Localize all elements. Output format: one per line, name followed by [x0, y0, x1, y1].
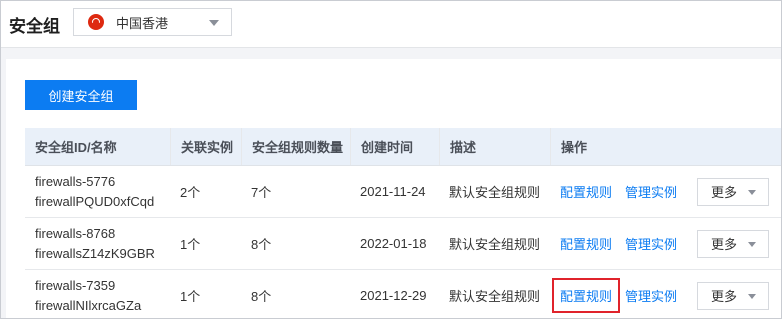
- group-id-name: firewalls-8768 firewallsZ14zK9GBR: [35, 224, 155, 264]
- configure-rules-link[interactable]: 配置规则: [560, 182, 612, 201]
- description: 默认安全组规则: [449, 237, 541, 252]
- region-select[interactable]: 中国香港: [73, 8, 232, 36]
- page-title: 安全组: [9, 17, 60, 36]
- chevron-down-icon: [748, 293, 757, 299]
- table-row: firewalls-7359 firewallNIlxrcaGZa 1个 8个 …: [25, 270, 781, 318]
- rule-count: 7个: [251, 185, 272, 200]
- group-id: firewalls-7359: [35, 277, 116, 293]
- more-label: 更多: [711, 237, 738, 252]
- app-frame: 安全组 中国香港 创建安全组 安全组ID/名称 关联实例 安全组规则数量 创建时…: [0, 0, 782, 319]
- top-bar: 安全组 中国香港: [1, 1, 781, 48]
- more-label: 更多: [711, 185, 738, 200]
- created-time: 2021-12-29: [360, 288, 427, 303]
- configure-rules-link[interactable]: 配置规则: [560, 234, 612, 253]
- group-name: firewallNIlxrcaGZa: [35, 297, 142, 313]
- description: 默认安全组规则: [449, 289, 541, 304]
- create-security-group-button[interactable]: 创建安全组: [25, 80, 137, 110]
- group-name: firewallPQUD0xfCqd: [35, 193, 155, 209]
- configure-rules-link[interactable]: 配置规则: [551, 278, 621, 313]
- group-id: firewalls-8768: [35, 225, 116, 241]
- chevron-down-icon: [209, 20, 219, 26]
- description: 默认安全组规则: [449, 185, 541, 200]
- instance-count: 1个: [180, 237, 201, 252]
- manage-instances-link[interactable]: 管理实例: [625, 286, 677, 305]
- table-row: firewalls-5776 firewallPQUD0xfCqd 2个 7个 …: [25, 166, 781, 218]
- row-actions: 配置规则 管理实例 更多: [550, 166, 781, 217]
- created-time: 2022-01-18: [360, 236, 427, 251]
- more-label: 更多: [711, 289, 738, 304]
- more-dropdown-button[interactable]: 更多: [697, 281, 770, 310]
- more-dropdown-button[interactable]: 更多: [697, 229, 770, 258]
- row-actions: 配置规则 管理实例 更多: [550, 218, 781, 269]
- group-id: firewalls-5776: [35, 173, 116, 189]
- column-header-id-name: 安全组ID/名称: [35, 140, 117, 155]
- instance-count: 2个: [180, 185, 201, 200]
- group-id-name: firewalls-5776 firewallPQUD0xfCqd: [35, 172, 154, 212]
- rule-count: 8个: [251, 237, 272, 252]
- security-group-table: 安全组ID/名称 关联实例 安全组规则数量 创建时间 描述 操作 firewal…: [25, 128, 781, 318]
- table-header: 安全组ID/名称 关联实例 安全组规则数量 创建时间 描述 操作: [25, 128, 781, 166]
- column-header-created: 创建时间: [350, 128, 439, 165]
- column-header-rule-count: 安全组规则数量: [241, 128, 350, 165]
- manage-instances-link[interactable]: 管理实例: [625, 182, 677, 201]
- hong-kong-flag-icon: [88, 14, 104, 30]
- chevron-down-icon: [748, 189, 757, 195]
- instance-count: 1个: [180, 289, 201, 304]
- manage-instances-link[interactable]: 管理实例: [625, 234, 677, 253]
- region-label: 中国香港: [116, 15, 169, 31]
- created-time: 2021-11-24: [360, 184, 426, 199]
- group-id-name: firewalls-7359 firewallNIlxrcaGZa: [35, 276, 141, 316]
- column-header-description: 描述: [439, 128, 550, 165]
- table-row: firewalls-8768 firewallsZ14zK9GBR 1个 8个 …: [25, 218, 781, 270]
- row-actions: 配置规则 管理实例 更多: [550, 270, 781, 318]
- chevron-down-icon: [748, 241, 757, 247]
- group-name: firewallsZ14zK9GBR: [35, 245, 155, 261]
- content-panel: 创建安全组 安全组ID/名称 关联实例 安全组规则数量 创建时间 描述 操作 f…: [6, 59, 781, 318]
- column-header-actions: 操作: [550, 128, 781, 165]
- rule-count: 8个: [251, 289, 272, 304]
- more-dropdown-button[interactable]: 更多: [697, 177, 770, 206]
- column-header-instances: 关联实例: [170, 128, 241, 165]
